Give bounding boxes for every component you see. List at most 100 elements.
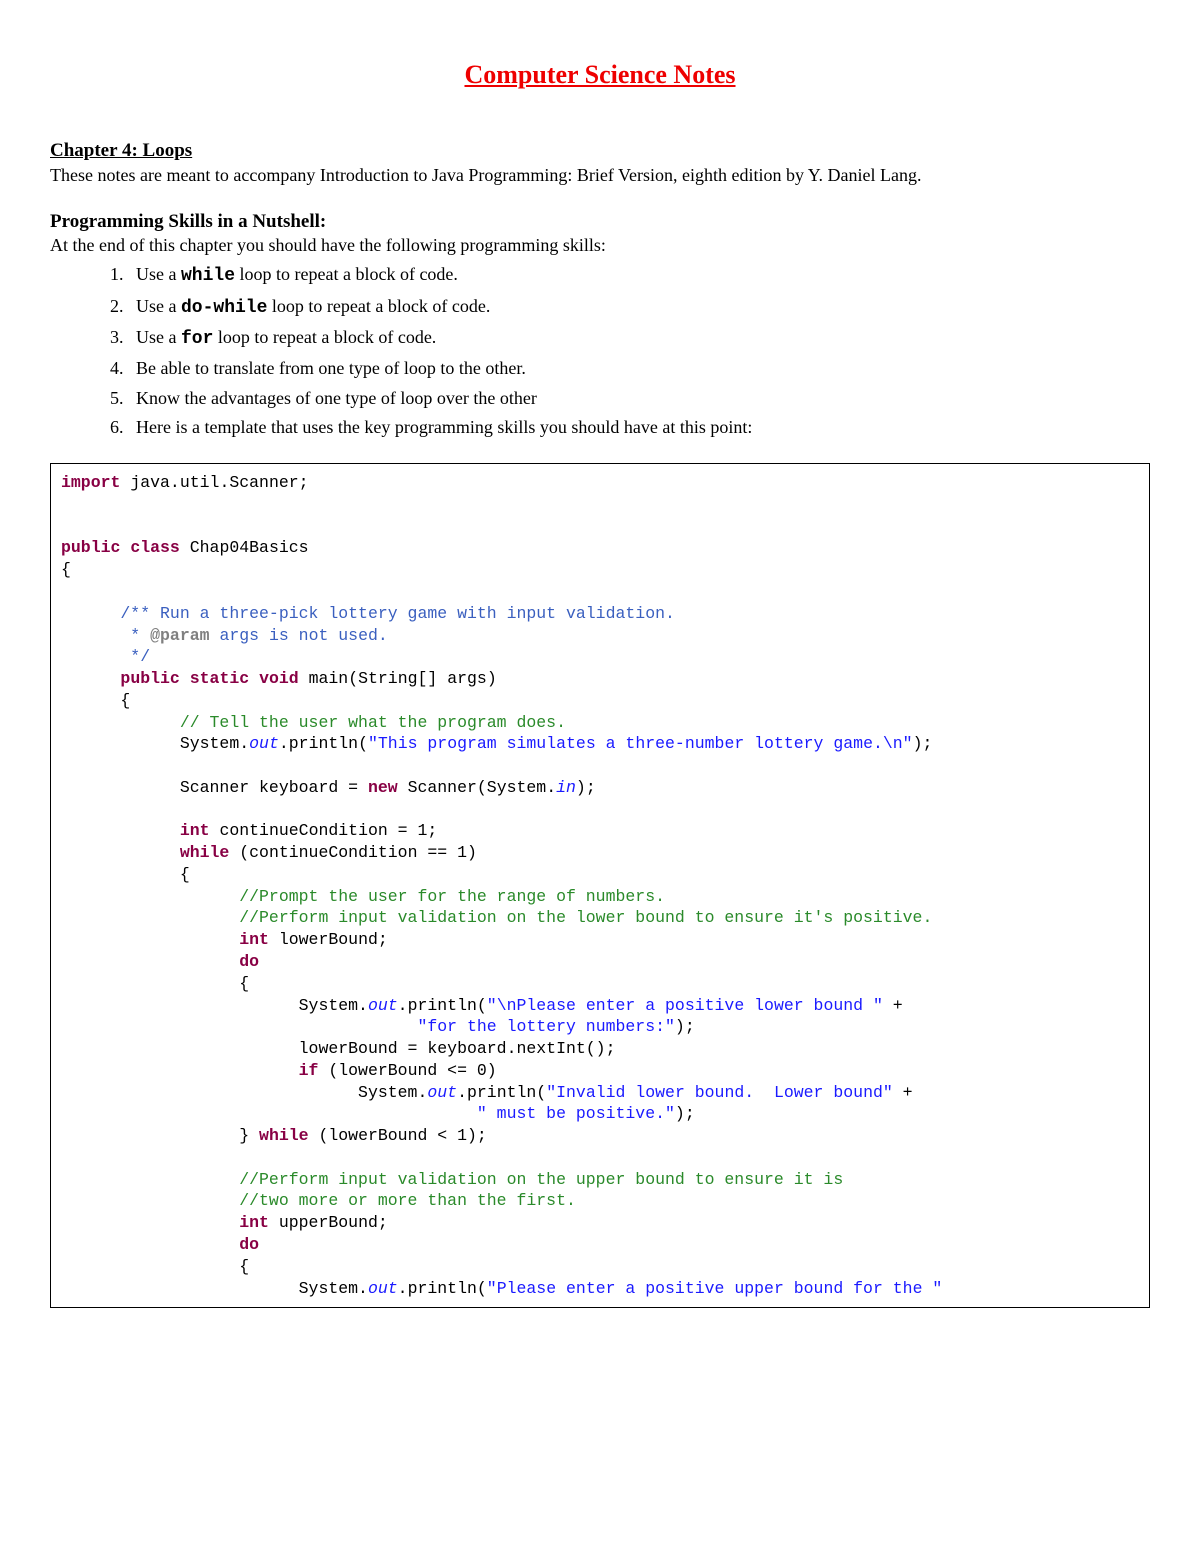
list-item-text: loop to repeat a block of code. xyxy=(267,296,490,316)
section-intro: At the end of this chapter you should ha… xyxy=(50,235,1150,256)
list-item-text: Know the advantages of one type of loop … xyxy=(136,388,537,408)
code-keyword: new xyxy=(368,778,398,797)
code-keyword: do xyxy=(239,1235,259,1254)
list-item: Use a for loop to repeat a block of code… xyxy=(128,325,1150,351)
code-text: .println( xyxy=(279,734,368,753)
code-text: + xyxy=(893,1083,913,1102)
code-keyword: public xyxy=(120,669,179,688)
code-field: out xyxy=(368,1279,398,1298)
list-item: Here is a template that uses the key pro… xyxy=(128,415,1150,439)
list-item-text: Use a xyxy=(136,327,181,347)
code-string: "This program simulates a three-number l… xyxy=(368,734,913,753)
code-keyword: import xyxy=(61,473,120,492)
code-text: { xyxy=(61,691,130,710)
code-text: (lowerBound <= 0) xyxy=(318,1061,496,1080)
code-text: upperBound; xyxy=(269,1213,388,1232)
code-text xyxy=(61,1061,299,1080)
code-keyword: public xyxy=(61,538,120,557)
list-item-text: loop to repeat a block of code. xyxy=(213,327,436,347)
code-string: "\nPlease enter a positive lower bound " xyxy=(487,996,883,1015)
code-javadoc-tag: @param xyxy=(150,626,209,645)
code-keyword: while xyxy=(181,266,235,286)
code-text: continueCondition = 1; xyxy=(210,821,438,840)
code-javadoc: */ xyxy=(61,647,150,666)
code-field: out xyxy=(368,996,398,1015)
code-keyword: for xyxy=(181,329,213,349)
code-text: ); xyxy=(576,778,596,797)
code-javadoc: args is not used. xyxy=(210,626,388,645)
code-text: ); xyxy=(913,734,933,753)
page-title: Computer Science Notes xyxy=(50,60,1150,90)
section-heading: Programming Skills in a Nutshell: xyxy=(50,211,1150,233)
code-text: main(String[] args) xyxy=(299,669,497,688)
code-text xyxy=(61,1017,417,1036)
code-text: lowerBound; xyxy=(269,930,388,949)
list-item: Use a while loop to repeat a block of co… xyxy=(128,262,1150,288)
code-keyword: int xyxy=(239,930,269,949)
code-keyword: if xyxy=(299,1061,319,1080)
code-string: "Invalid lower bound. Lower bound" xyxy=(546,1083,893,1102)
code-comment: //Prompt the user for the range of numbe… xyxy=(61,887,665,906)
list-item-text: Here is a template that uses the key pro… xyxy=(136,417,752,437)
code-keyword: int xyxy=(239,1213,269,1232)
intro-paragraph: These notes are meant to accompany Intro… xyxy=(50,164,1150,187)
code-keyword: static xyxy=(190,669,249,688)
code-keyword: do-while xyxy=(181,298,267,318)
code-field: out xyxy=(427,1083,457,1102)
code-string: "Please enter a positive upper bound for… xyxy=(487,1279,942,1298)
code-text: ); xyxy=(675,1104,695,1123)
chapter-heading: Chapter 4: Loops xyxy=(50,140,1150,162)
code-text: } xyxy=(61,1126,259,1145)
code-text xyxy=(61,1104,477,1123)
code-comment: // Tell the user what the program does. xyxy=(61,713,566,732)
code-text: (lowerBound < 1); xyxy=(309,1126,487,1145)
code-text: System. xyxy=(61,996,368,1015)
code-keyword: void xyxy=(259,669,299,688)
list-item-text: loop to repeat a block of code. xyxy=(235,264,458,284)
code-text: { xyxy=(61,974,249,993)
code-text xyxy=(61,669,120,688)
code-field: out xyxy=(249,734,279,753)
code-text: .println( xyxy=(398,996,487,1015)
code-text: { xyxy=(61,1257,249,1276)
code-text xyxy=(61,821,180,840)
code-text: .println( xyxy=(457,1083,546,1102)
code-text: java.util.Scanner; xyxy=(120,473,308,492)
code-text: { xyxy=(61,560,71,579)
code-text: System. xyxy=(61,1083,427,1102)
code-text: Scanner(System. xyxy=(398,778,556,797)
list-item-text: Be able to translate from one type of lo… xyxy=(136,358,526,378)
list-item: Be able to translate from one type of lo… xyxy=(128,356,1150,380)
skills-list: Use a while loop to repeat a block of co… xyxy=(50,262,1150,439)
code-text: + xyxy=(883,996,903,1015)
list-item: Use a do-while loop to repeat a block of… xyxy=(128,294,1150,320)
code-text xyxy=(61,1235,239,1254)
list-item-text: Use a xyxy=(136,264,181,284)
code-text xyxy=(61,952,239,971)
code-text: System. xyxy=(61,1279,368,1298)
code-keyword: int xyxy=(180,821,210,840)
code-text: { xyxy=(61,865,190,884)
code-text: ); xyxy=(675,1017,695,1036)
code-text xyxy=(61,843,180,862)
code-string: "for the lottery numbers:" xyxy=(417,1017,674,1036)
code-comment: //two more or more than the first. xyxy=(61,1191,576,1210)
code-text: (continueCondition == 1) xyxy=(229,843,477,862)
code-comment: //Perform input validation on the upper … xyxy=(61,1170,843,1189)
code-comment: //Perform input validation on the lower … xyxy=(61,908,932,927)
code-block: import java.util.Scanner; public class C… xyxy=(50,463,1150,1308)
list-item-text: Use a xyxy=(136,296,181,316)
code-keyword: while xyxy=(180,843,230,862)
code-javadoc: * xyxy=(61,626,150,645)
code-text: System. xyxy=(61,734,249,753)
code-string: " must be positive." xyxy=(477,1104,675,1123)
code-javadoc: /** Run a three-pick lottery game with i… xyxy=(61,604,675,623)
code-text: Scanner keyboard = xyxy=(61,778,368,797)
code-keyword: while xyxy=(259,1126,309,1145)
code-text xyxy=(61,930,239,949)
code-text xyxy=(61,1213,239,1232)
code-field: in xyxy=(556,778,576,797)
code-text: Chap04Basics xyxy=(180,538,309,557)
code-text: lowerBound = keyboard.nextInt(); xyxy=(61,1039,616,1058)
list-item: Know the advantages of one type of loop … xyxy=(128,386,1150,410)
